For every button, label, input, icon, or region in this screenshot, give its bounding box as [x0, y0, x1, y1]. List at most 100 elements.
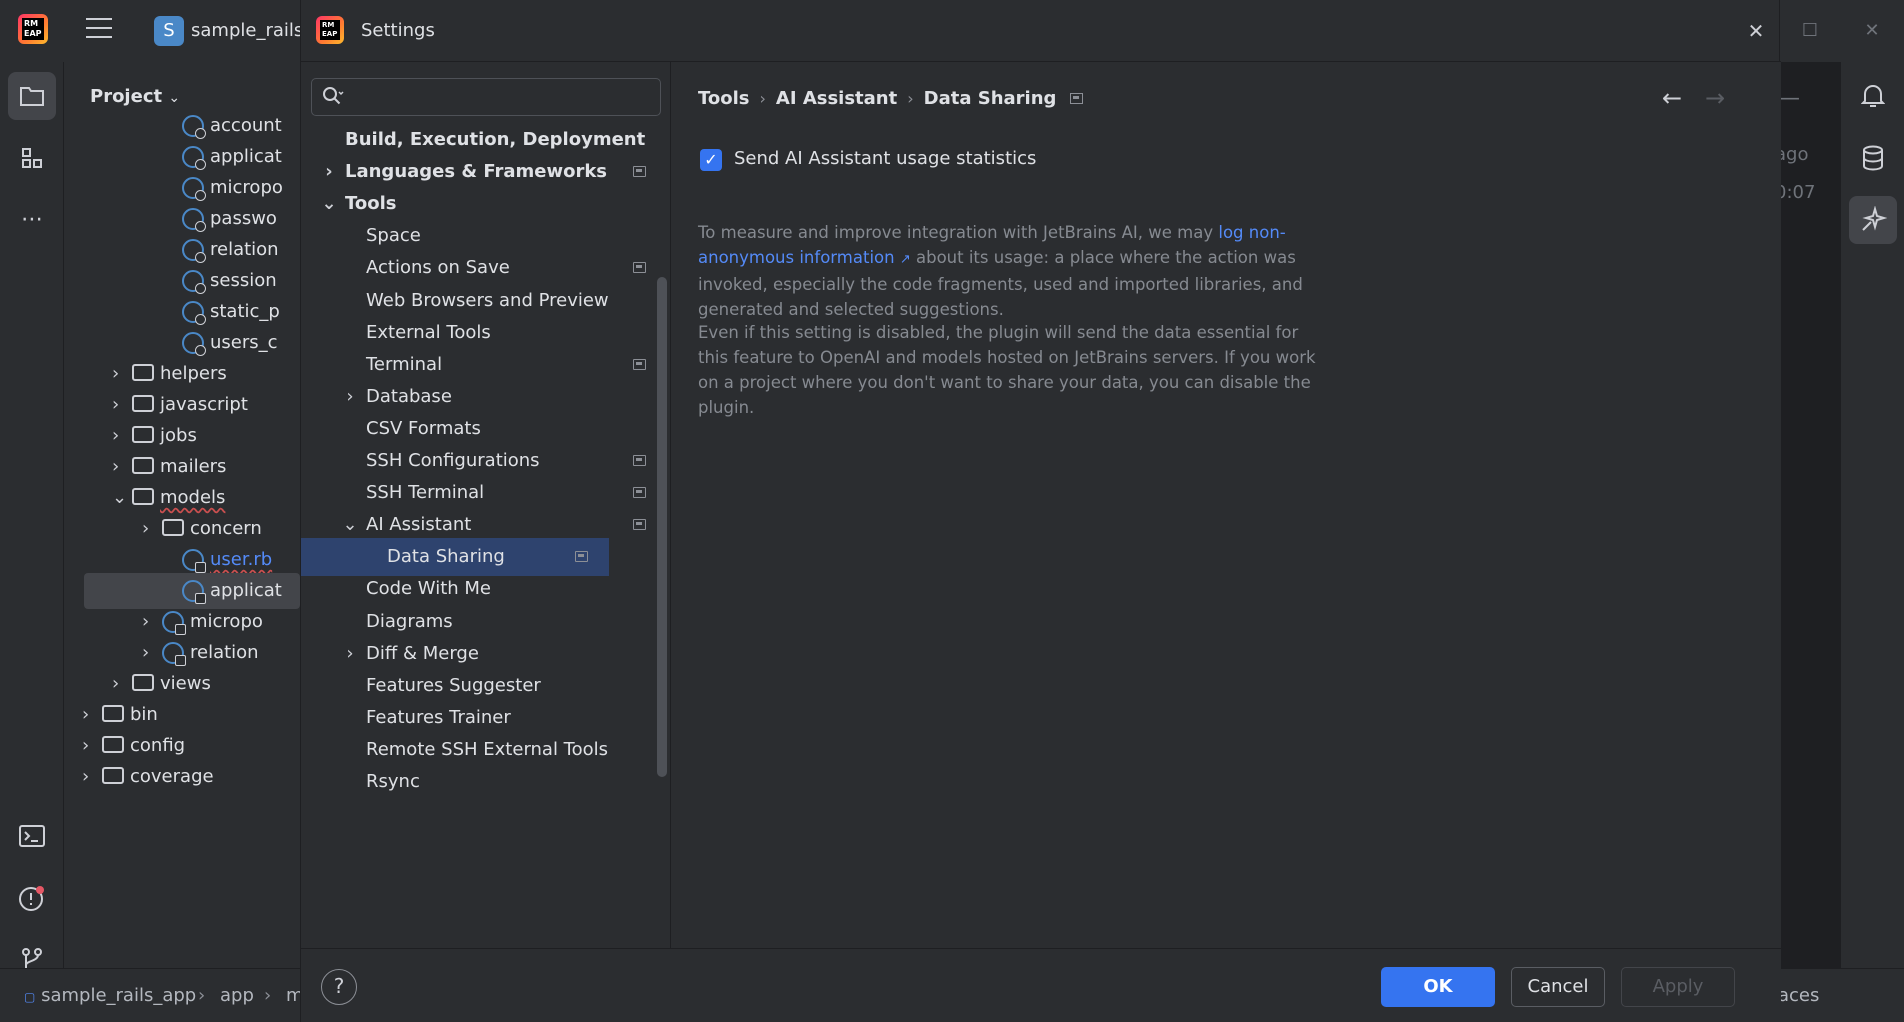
ruby-file-icon — [182, 332, 206, 356]
search-input[interactable] — [352, 85, 652, 109]
tree-item-label: relation — [190, 642, 259, 663]
tree-item-label: mailers — [160, 456, 227, 477]
help-button[interactable]: ? — [321, 969, 357, 1005]
tree-item-label: javascript — [160, 394, 248, 415]
project-badge[interactable]: S — [154, 16, 184, 46]
problems-icon[interactable] — [8, 874, 56, 922]
folder-icon — [102, 704, 124, 722]
project-panel-title[interactable]: Project ⌄ — [90, 86, 180, 107]
ruby-file-icon — [182, 270, 206, 294]
tree-item-label: relation — [210, 239, 279, 260]
breadcrumb-ai-assistant[interactable]: AI Assistant — [776, 88, 897, 109]
settings-dialog: RM EAP Settings ✕ Build, Execution, Depl… — [300, 0, 1781, 1022]
left-toolbar: ⋯ — [0, 62, 64, 971]
project-panel: Project ⌄ account applicat micropo passwo re… — [64, 62, 300, 968]
window-close-icon[interactable]: ✕ — [1852, 14, 1892, 48]
project-level-icon — [633, 487, 646, 498]
project-level-icon — [575, 551, 588, 562]
status-crumb-project[interactable]: ▢ sample_rails_app — [24, 985, 196, 1006]
folder-icon — [162, 518, 184, 536]
tree-item-label: applicat — [210, 580, 282, 601]
project-level-icon — [633, 262, 646, 273]
usage-statistics-checkbox[interactable]: ✓ — [700, 149, 722, 171]
ruby-file-icon — [162, 611, 186, 635]
ok-button[interactable]: OK — [1381, 967, 1495, 1007]
ruby-file-icon — [182, 146, 206, 170]
dialog-logo-text: RM EAP — [320, 20, 340, 40]
breadcrumb-sep-icon: › — [907, 89, 914, 108]
back-arrow-icon[interactable]: ← — [1662, 84, 1682, 112]
status-crumb-app[interactable]: app — [220, 985, 254, 1006]
breadcrumb-data-sharing: Data Sharing — [923, 88, 1057, 109]
tree-item[interactable]: › coverage — [64, 759, 300, 795]
folder-icon — [132, 425, 154, 443]
tree-item-label: helpers — [160, 363, 227, 384]
external-link-icon: ↗ — [899, 252, 911, 267]
tree-item-label: micropo — [190, 611, 263, 632]
tree-item-label: micropo — [210, 177, 283, 198]
tree-item-label: bin — [130, 704, 158, 725]
project-name[interactable]: sample_rails_ — [191, 20, 312, 41]
tree-item-label: jobs — [160, 425, 197, 446]
rubymine-logo-icon: RM EAP — [18, 14, 48, 44]
breadcrumb: Tools › AI Assistant › Data Sharing — [698, 88, 1084, 109]
main-menu-icon[interactable] — [86, 18, 112, 40]
chevron-right-icon[interactable]: › — [82, 759, 102, 795]
nav-scrollbar[interactable] — [657, 277, 667, 777]
status-crumb-sep-icon: › — [198, 985, 206, 1006]
folder-icon — [132, 456, 154, 474]
tree-item-label: concern — [190, 518, 262, 539]
cancel-button[interactable]: Cancel — [1511, 967, 1605, 1007]
ruby-file-icon — [182, 301, 206, 325]
ruby-file-icon — [182, 239, 206, 263]
dialog-footer: ? OK Cancel Apply — [301, 948, 1781, 1022]
maximize-icon[interactable]: ☐ — [1790, 14, 1830, 48]
database-icon[interactable] — [1849, 134, 1897, 182]
project-level-icon — [1070, 93, 1084, 104]
dialog-header: RM EAP Settings ✕ — [301, 0, 1781, 62]
forward-arrow-icon[interactable]: → — [1705, 84, 1725, 112]
structure-icon[interactable] — [8, 134, 56, 182]
usage-statistics-label[interactable]: Send AI Assistant usage statistics — [734, 148, 1036, 169]
ruby-file-icon — [182, 177, 206, 201]
dialog-logo-icon: RM EAP — [316, 16, 344, 44]
apply-button[interactable]: Apply — [1621, 967, 1735, 1007]
ruby-file-icon — [162, 642, 186, 666]
notifications-bell-icon[interactable] — [1849, 72, 1897, 120]
folder-icon — [102, 735, 124, 753]
folder-icon — [132, 394, 154, 412]
ruby-file-icon — [182, 549, 206, 573]
breadcrumb-tools[interactable]: Tools — [698, 88, 750, 109]
project-level-icon — [633, 455, 646, 466]
status-text-aces: aces — [1778, 985, 1820, 1006]
folder-icon — [132, 363, 154, 381]
dialog-title: Settings — [361, 20, 435, 41]
nav-item-rsync[interactable]: Rsync — [301, 763, 670, 801]
data-sharing-description: To measure and improve integration with … — [698, 220, 1318, 322]
ruby-file-icon — [182, 115, 206, 139]
minimize-panel-icon[interactable]: — — [1778, 86, 1800, 111]
ruby-file-icon — [182, 580, 206, 604]
project-panel-title-label: Project — [90, 86, 163, 107]
project-folder-icon[interactable] — [8, 72, 56, 120]
tree-item-label: config — [130, 735, 186, 756]
settings-nav: Build, Execution, Deployment › Languages &… — [301, 62, 671, 948]
terminal-icon[interactable] — [8, 812, 56, 860]
status-crumb-project-label: sample_rails_app — [41, 985, 197, 1006]
desc1-pre: To measure and improve integration with … — [698, 223, 1219, 242]
project-level-icon — [633, 166, 646, 177]
project-level-icon — [633, 359, 646, 370]
tree-item-label: coverage — [130, 766, 214, 787]
folder-icon — [102, 766, 124, 784]
tree-item-label: models — [160, 487, 226, 508]
bg-text-time: 0:07 — [1775, 182, 1816, 203]
more-icon[interactable]: ⋯ — [8, 196, 56, 244]
right-toolbar: 🔓︎ — [1840, 62, 1904, 1010]
ai-assistant-icon[interactable] — [1849, 196, 1897, 244]
search-icon — [322, 86, 344, 106]
settings-search[interactable] — [311, 78, 661, 116]
tree-item-label: passwo — [210, 208, 277, 229]
dialog-close-icon[interactable]: ✕ — [1741, 16, 1771, 46]
status-crumb-sep-icon: › — [264, 985, 272, 1006]
ide-logo-text: RM EAP — [22, 18, 44, 40]
